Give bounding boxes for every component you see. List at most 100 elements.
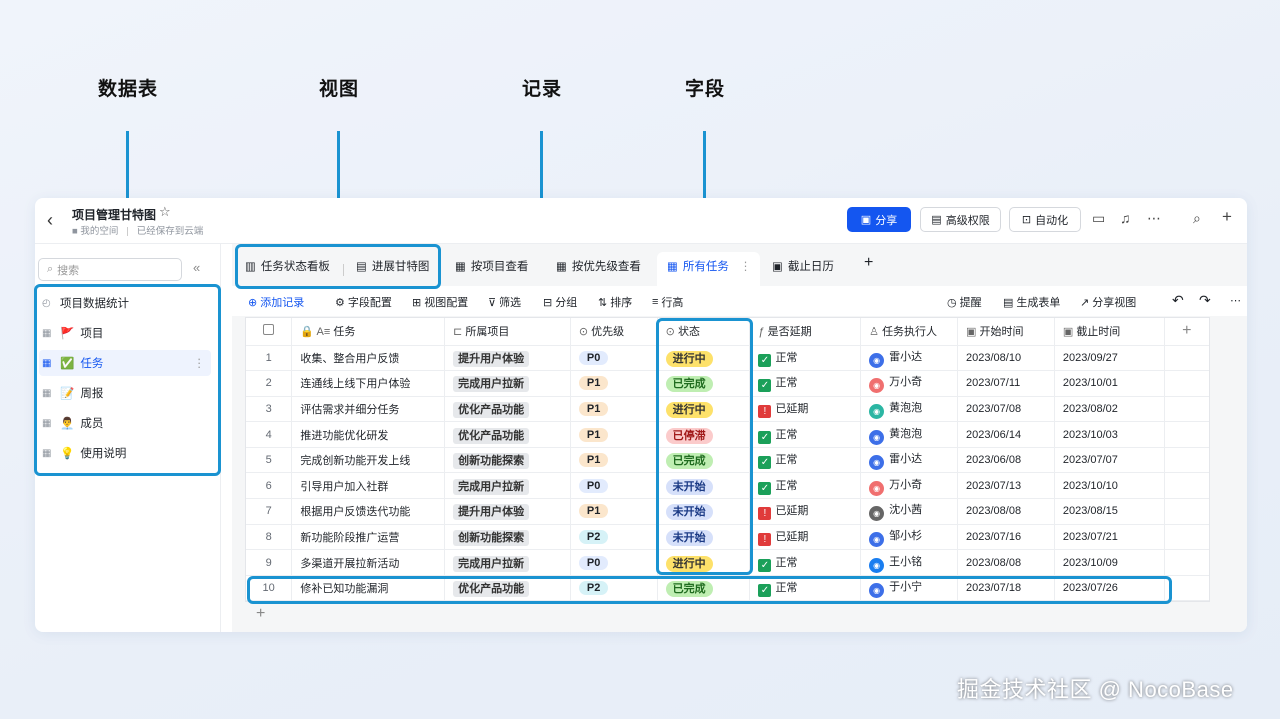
col-project[interactable]: ⊏ 所属项目 <box>444 318 571 346</box>
add-row-button[interactable]: + <box>256 605 265 623</box>
view-config-button[interactable]: ⊞ 视图配置 <box>412 294 468 310</box>
sidebar-search-input[interactable]: ⌕ 搜索 <box>38 258 182 281</box>
cell-status[interactable]: 已完成 <box>657 575 751 602</box>
table-row[interactable]: 8 新功能阶段推广运营 创新功能探索 P2 未开始! 已延期 ◉ 邹小杉 2023/07/16 2… <box>246 524 1209 551</box>
cell-status[interactable]: 已停滞 <box>657 421 751 448</box>
cell-project[interactable]: 完成用户拉新 <box>444 549 571 576</box>
cell-project[interactable]: 完成用户拉新 <box>444 370 571 397</box>
cell-project[interactable]: 提升用户体验 <box>444 345 571 372</box>
col-end[interactable]: ▣ 截止时间 <box>1054 318 1165 346</box>
cell-delay[interactable]: ! 已延期 <box>749 498 862 525</box>
cell-status[interactable]: 未开始 <box>657 498 751 525</box>
cell-task[interactable]: 修补已知功能漏洞 <box>291 575 446 602</box>
add-view-button[interactable]: + <box>864 254 873 272</box>
sidebar-item-weekly[interactable]: ▦ 📝 周报 <box>39 380 211 406</box>
cell-task[interactable]: 收集、整合用户反馈 <box>291 345 446 372</box>
cell-project[interactable]: 完成用户拉新 <box>444 472 571 500</box>
cell-delay[interactable]: ! 已延期 <box>749 396 862 423</box>
cell-priority[interactable]: P1 <box>570 396 658 423</box>
col-task[interactable]: 🔒 A≡ 任务 <box>291 318 446 346</box>
cell-project[interactable]: 优化产品功能 <box>444 396 571 423</box>
table-row[interactable]: 7 根据用户反馈迭代功能 提升用户体验 P1 未开始! 已延期 ◉ 沈小茜 2023/08/08… <box>246 498 1209 525</box>
cell-task[interactable]: 评估需求并细分任务 <box>291 396 446 423</box>
cell-task[interactable]: 完成创新功能开发上线 <box>291 447 446 474</box>
collapse-sidebar-icon[interactable]: « <box>193 260 200 275</box>
cell-owner[interactable]: ◉ 邹小杉 <box>860 524 959 551</box>
cell-owner[interactable]: ◉ 雷小达 <box>860 345 959 372</box>
cell-task[interactable]: 根据用户反馈迭代功能 <box>291 498 446 525</box>
cell-priority[interactable]: P0 <box>570 472 658 500</box>
table-row[interactable]: 4 推进功能优化研发 优化产品功能 P1 已停滞 ✓ 正常 ◉ 黄泡泡 2023/06/14 202… <box>246 421 1209 448</box>
cell-owner[interactable]: ◉ 万小奇 <box>860 370 959 397</box>
cell-start[interactable]: 2023/06/08 <box>957 447 1055 474</box>
back-icon[interactable]: ‹ <box>47 210 53 231</box>
cell-delay[interactable]: ✓ 正常 <box>749 472 862 500</box>
undo-icon[interactable]: ↶ <box>1172 292 1184 309</box>
cell-priority[interactable]: P0 <box>570 345 658 372</box>
col-owner[interactable]: ♙ 任务执行人 <box>860 318 959 346</box>
bell-icon[interactable]: ♫ <box>1120 210 1131 226</box>
cell-owner[interactable]: ◉ 王小铭 <box>860 549 959 576</box>
select-all-checkbox[interactable] <box>263 324 275 336</box>
table-row[interactable]: 10 修补已知功能漏洞 优化产品功能 P2 已完成 ✓ 正常 ◉ 于小宁 2023/07/18 20… <box>246 575 1209 602</box>
cell-end[interactable]: 2023/10/03 <box>1054 421 1165 448</box>
cell-owner[interactable]: ◉ 于小宁 <box>860 575 959 602</box>
cell-delay[interactable]: ✓ 正常 <box>749 370 862 397</box>
col-start[interactable]: ▣ 开始时间 <box>957 318 1055 346</box>
automation-button[interactable]: ⊡ 自动化 <box>1009 207 1081 232</box>
cell-start[interactable]: 2023/08/10 <box>957 345 1055 372</box>
cell-project[interactable]: 创新功能探索 <box>444 524 571 551</box>
cell-project[interactable]: 优化产品功能 <box>444 421 571 448</box>
table-row[interactable]: 9 多渠道开展拉新活动 完成用户拉新 P0 进行中 ✓ 正常 ◉ 王小铭 2023/08/08 20… <box>246 549 1209 576</box>
cell-priority[interactable]: P2 <box>570 575 658 602</box>
screen-icon[interactable]: ▭ <box>1092 210 1105 227</box>
cell-start[interactable]: 2023/07/08 <box>957 396 1055 423</box>
cell-start[interactable]: 2023/07/16 <box>957 524 1055 551</box>
cell-task[interactable]: 推进功能优化研发 <box>291 421 446 448</box>
field-config-button[interactable]: ⚙ 字段配置 <box>335 294 392 310</box>
star-icon[interactable]: ☆ <box>159 204 171 220</box>
cell-priority[interactable]: P1 <box>570 447 658 474</box>
cell-priority[interactable]: P0 <box>570 549 658 576</box>
col-status[interactable]: ⊙ 状态 <box>657 318 751 346</box>
cell-priority[interactable]: P1 <box>570 370 658 397</box>
add-icon[interactable]: + <box>1222 207 1232 227</box>
sidebar-item-dashboard[interactable]: ◴ 项目数据统计 <box>39 290 211 316</box>
cell-start[interactable]: 2023/08/08 <box>957 498 1055 525</box>
table-row[interactable]: 3 评估需求并细分任务 优化产品功能 P1 进行中! 已延期 ◉ 黄泡泡 2023/07/08 2… <box>246 396 1209 423</box>
cell-end[interactable]: 2023/07/07 <box>1054 447 1165 474</box>
filter-button[interactable]: ⊽ 筛选 <box>488 294 521 310</box>
add-record-button[interactable]: ⊕ 添加记录 <box>248 294 304 310</box>
cell-priority[interactable]: P1 <box>570 421 658 448</box>
cell-status[interactable]: 进行中 <box>657 345 751 372</box>
sidebar-item-task[interactable]: ▦ ✅ 任务 ⋮ <box>39 350 211 376</box>
table-row[interactable]: 5 完成创新功能开发上线 创新功能探索 P1 已完成 ✓ 正常 ◉ 雷小达 2023/06/08 2… <box>246 447 1209 474</box>
cell-end[interactable]: 2023/09/27 <box>1054 345 1165 372</box>
permissions-button[interactable]: ▤ 高级权限 <box>920 207 1001 232</box>
tab-gantt[interactable]: ▤ 进展甘特图 <box>356 258 429 274</box>
cell-delay[interactable]: ✓ 正常 <box>749 345 862 372</box>
cell-task[interactable]: 连通线上线下用户体验 <box>291 370 446 397</box>
cell-owner[interactable]: ◉ 黄泡泡 <box>860 421 959 448</box>
cell-end[interactable]: 2023/08/15 <box>1054 498 1165 525</box>
cell-start[interactable]: 2023/07/13 <box>957 472 1055 500</box>
cell-owner[interactable]: ◉ 沈小茜 <box>860 498 959 525</box>
cell-end[interactable]: 2023/10/10 <box>1054 472 1165 500</box>
cell-project[interactable]: 创新功能探索 <box>444 447 571 474</box>
table-row[interactable]: 1 收集、整合用户反馈 提升用户体验 P0 进行中 ✓ 正常 ◉ 雷小达 2023/08/10 20… <box>246 345 1209 372</box>
cell-delay[interactable]: ✓ 正常 <box>749 575 862 602</box>
cell-delay[interactable]: ✓ 正常 <box>749 549 862 576</box>
cell-status[interactable]: 进行中 <box>657 549 751 576</box>
sort-button[interactable]: ⇅ 排序 <box>598 294 632 310</box>
sidebar-item-guide[interactable]: ▦ 💡 使用说明 <box>39 440 211 466</box>
sidebar-item-project[interactable]: ▦ 🚩 项目 <box>39 320 211 346</box>
cell-status[interactable]: 未开始 <box>657 472 751 500</box>
cell-status[interactable]: 已完成 <box>657 370 751 397</box>
table-row[interactable]: 2 连通线上线下用户体验 完成用户拉新 P1 已完成 ✓ 正常 ◉ 万小奇 2023/07/11 2… <box>246 370 1209 397</box>
cell-status[interactable]: 进行中 <box>657 396 751 423</box>
cell-owner[interactable]: ◉ 雷小达 <box>860 447 959 474</box>
tab-by-project[interactable]: ▦ 按项目查看 <box>455 258 528 274</box>
redo-icon[interactable]: ↷ <box>1199 292 1211 309</box>
table-row[interactable]: 6 引导用户加入社群 完成用户拉新 P0 未开始 ✓ 正常 ◉ 万小奇 2023/07/13 202… <box>246 472 1209 500</box>
cell-project[interactable]: 优化产品功能 <box>444 575 571 602</box>
